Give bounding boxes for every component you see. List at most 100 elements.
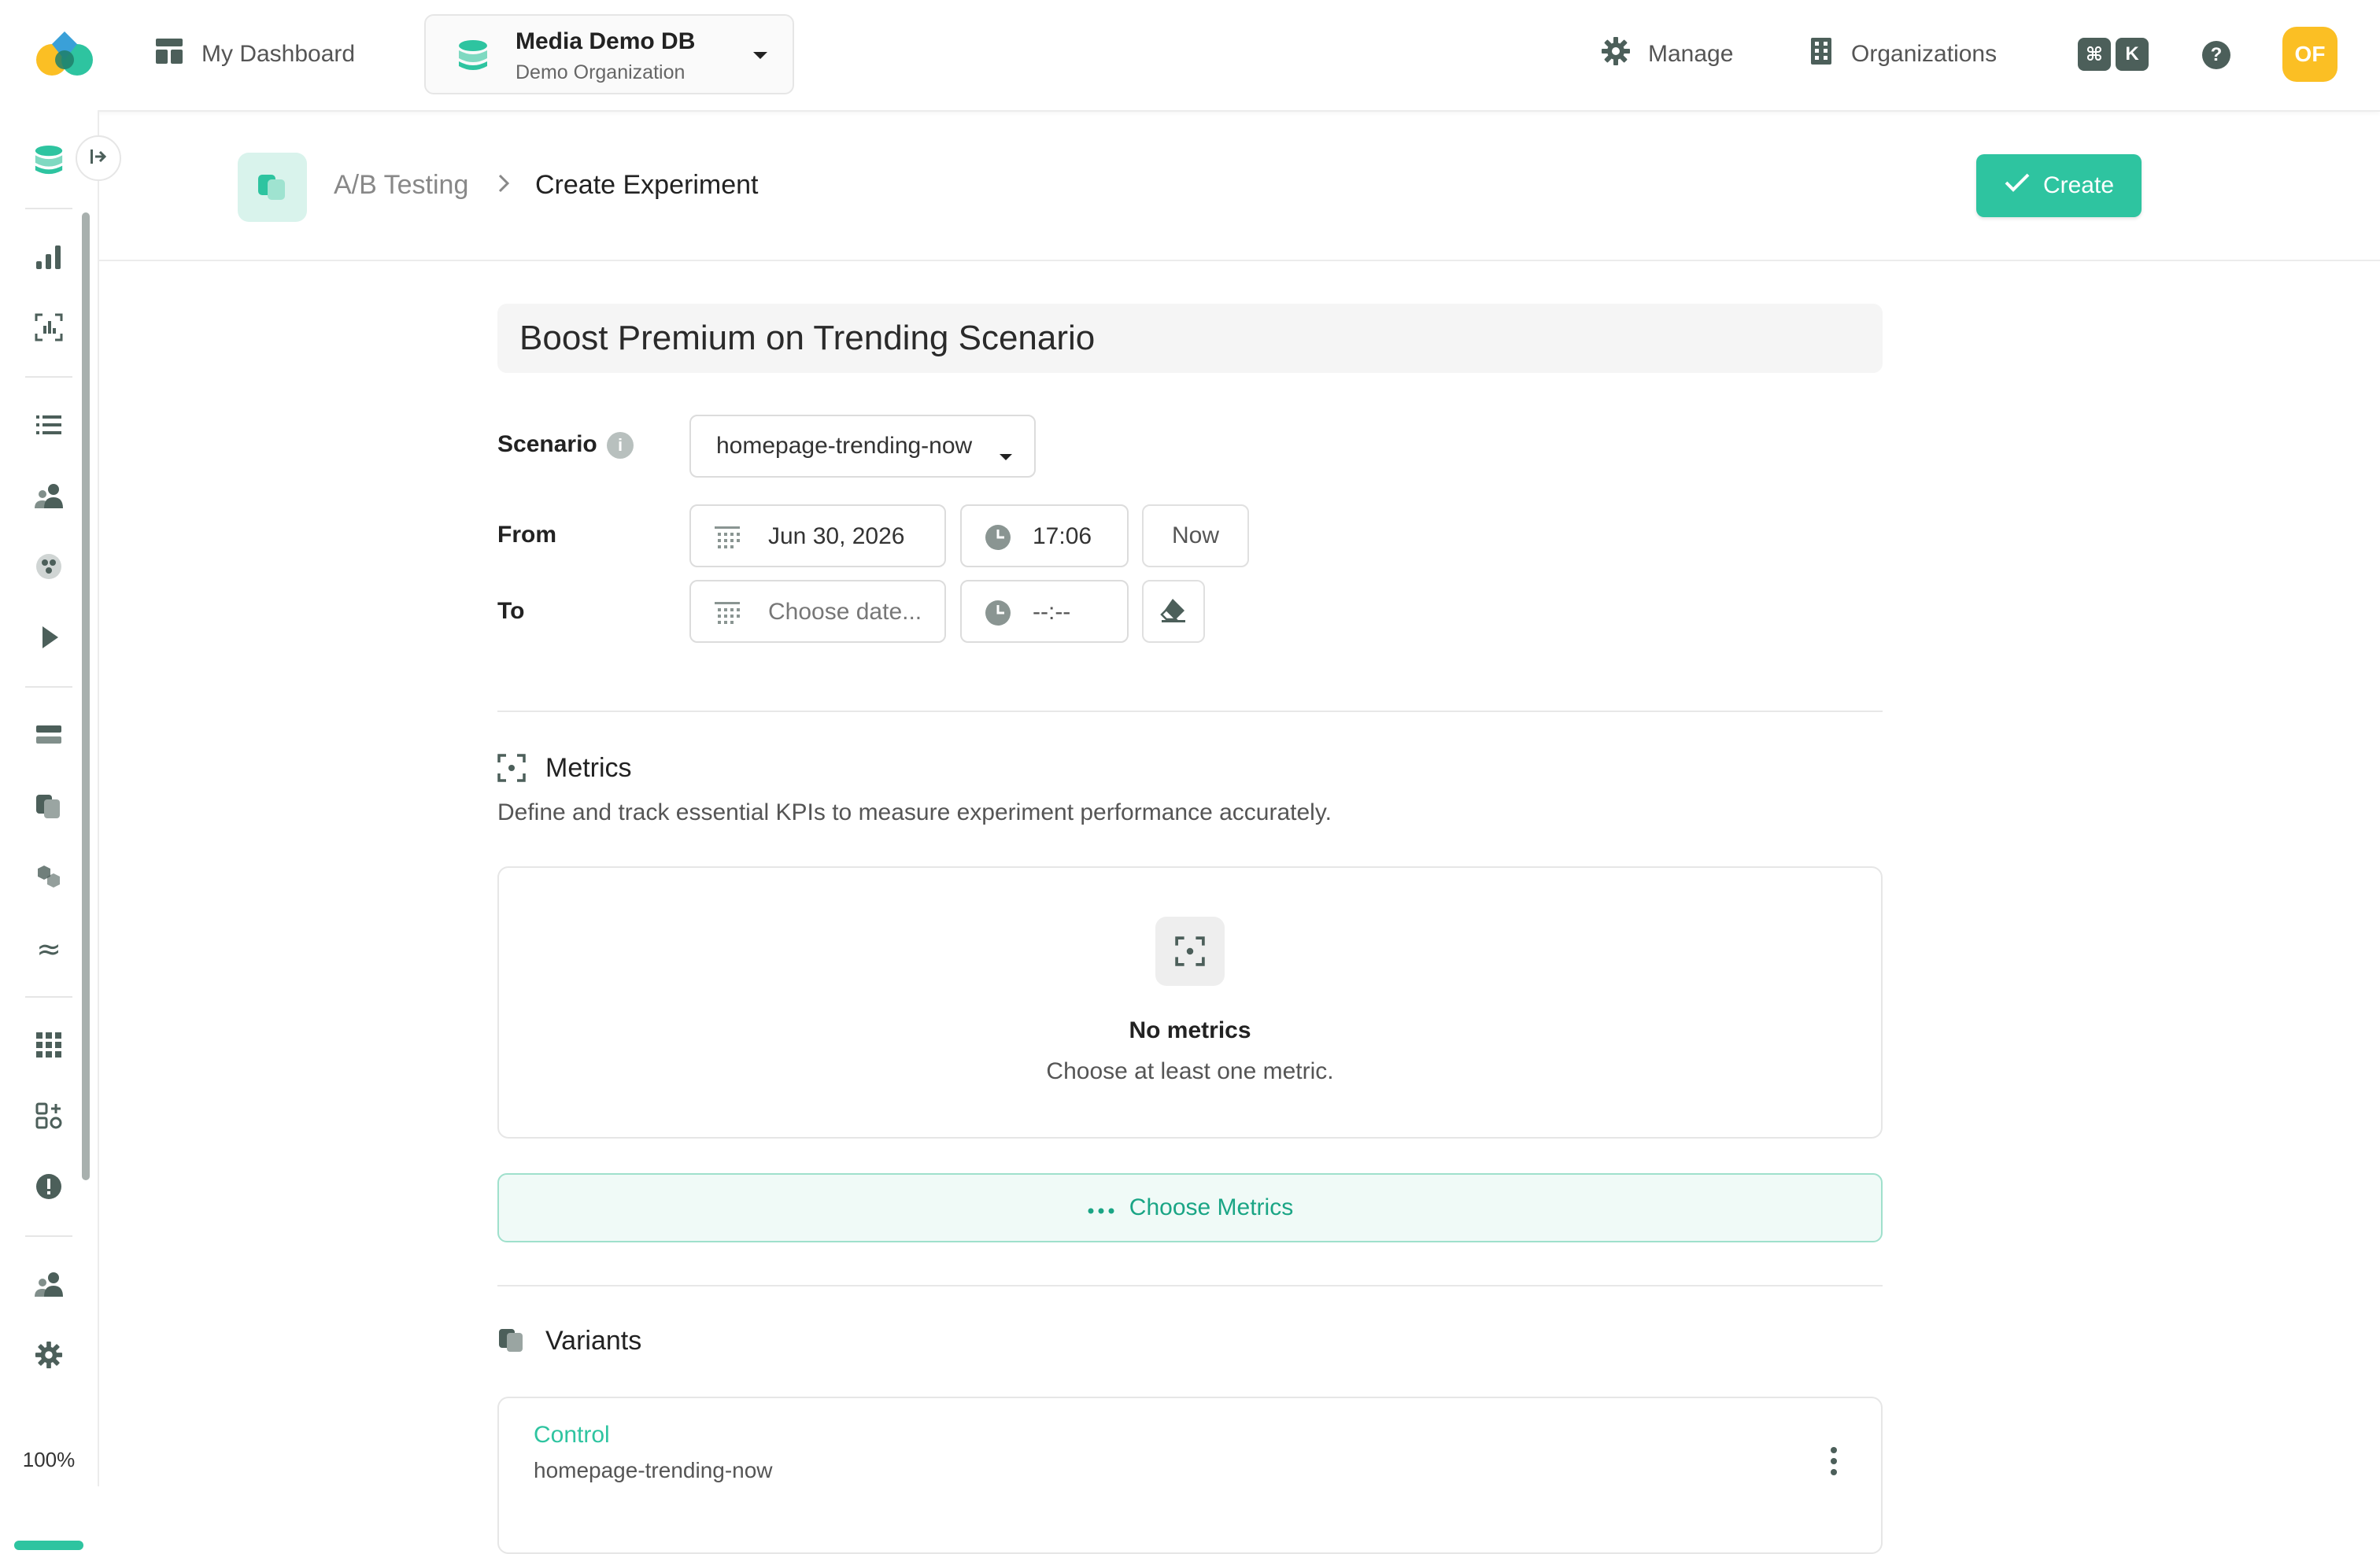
organizations-link[interactable]: Organizations xyxy=(1809,36,1997,72)
metrics-icon xyxy=(497,754,526,786)
users-icon xyxy=(35,482,63,514)
clear-end-date-button[interactable] xyxy=(1142,580,1205,643)
breadcrumb-ab-testing[interactable]: A/B Testing xyxy=(334,170,468,201)
eraser-icon xyxy=(1159,596,1188,627)
variant-card: Control homepage-trending-now xyxy=(497,1397,1883,1554)
from-label: From xyxy=(497,522,556,548)
gear-icon xyxy=(1601,36,1631,72)
alert-icon xyxy=(35,1172,63,1205)
building-icon xyxy=(1809,36,1834,72)
usage-progress-fill xyxy=(14,1541,83,1550)
sidebar-item-clusters[interactable] xyxy=(30,549,68,587)
sidebar-divider xyxy=(25,686,72,688)
sidebar-divider xyxy=(25,208,72,209)
section-divider xyxy=(497,1285,1883,1286)
add-widget-icon xyxy=(35,1102,63,1134)
calendar-icon xyxy=(713,523,741,558)
scenario-select-value: homepage-trending-now xyxy=(716,433,973,459)
create-button-label: Create xyxy=(2042,172,2115,198)
organization-name: Demo Organization xyxy=(516,61,686,83)
from-date-picker[interactable]: Jun 30, 2026 xyxy=(689,504,946,567)
database-icon xyxy=(457,39,489,76)
play-icon xyxy=(35,623,63,655)
scenario-label: Scenario xyxy=(497,431,597,457)
chevron-down-icon xyxy=(998,441,1014,468)
choose-metrics-button[interactable]: Choose Metrics xyxy=(497,1173,1883,1242)
top-bar: My Dashboard Media Demo DB Demo Organiza… xyxy=(0,0,2380,112)
section-divider xyxy=(497,711,1883,712)
sidebar: ≈ 100% xyxy=(0,110,99,1550)
k-key-badge[interactable]: K xyxy=(2116,38,2149,71)
clock-icon xyxy=(984,523,1012,558)
sidebar-item-integrations[interactable] xyxy=(30,1098,68,1136)
list-icon xyxy=(35,411,63,443)
sidebar-item-approx[interactable]: ≈ xyxy=(30,930,68,968)
help-icon[interactable]: ? xyxy=(2202,41,2230,69)
rows-icon xyxy=(35,721,63,753)
collapse-arrow-icon xyxy=(89,148,108,169)
team-icon xyxy=(35,1270,63,1302)
to-time-picker[interactable]: --:-- xyxy=(960,580,1129,643)
organizations-label: Organizations xyxy=(1851,41,1998,67)
command-key-badge[interactable]: ⌘ xyxy=(2078,38,2111,71)
to-date-placeholder: Choose date... xyxy=(768,599,922,625)
sidebar-item-segments[interactable] xyxy=(30,718,68,755)
variant-scenario: homepage-trending-now xyxy=(534,1458,773,1482)
variant-name[interactable]: Control xyxy=(534,1422,610,1449)
hexagons-icon xyxy=(35,862,63,895)
to-label: To xyxy=(497,598,525,624)
clock-icon xyxy=(984,599,1012,633)
more-dots-icon xyxy=(1087,1194,1115,1221)
user-avatar[interactable]: OF xyxy=(2282,27,2338,82)
usage-progress-bar xyxy=(14,1541,83,1550)
sidebar-item-insights[interactable] xyxy=(30,310,68,348)
usage-percent-label: 100% xyxy=(22,1448,76,1471)
clusters-icon xyxy=(35,552,63,585)
variants-icon xyxy=(497,1327,526,1357)
metrics-description: Define and track essential KPIs to measu… xyxy=(497,799,1332,825)
app-logo[interactable] xyxy=(31,28,98,79)
choose-metrics-label: Choose Metrics xyxy=(1129,1194,1294,1220)
sidebar-item-list[interactable] xyxy=(30,408,68,445)
sidebar-item-settings[interactable] xyxy=(30,1338,68,1375)
sidebar-item-analytics[interactable] xyxy=(30,239,68,277)
variants-title: Variants xyxy=(545,1326,642,1356)
metrics-title: Metrics xyxy=(545,753,632,783)
sidebar-item-hexagons[interactable] xyxy=(30,859,68,897)
collapse-sidebar-button[interactable] xyxy=(76,135,121,181)
ab-testing-icon xyxy=(35,792,63,824)
from-time-picker[interactable]: 17:06 xyxy=(960,504,1129,567)
grid-icon xyxy=(35,1031,63,1063)
sidebar-divider xyxy=(25,376,72,378)
now-button[interactable]: Now xyxy=(1142,504,1249,567)
create-button[interactable]: Create xyxy=(1976,154,2142,217)
experiment-name-input[interactable] xyxy=(497,304,1883,373)
sidebar-item-alerts[interactable] xyxy=(30,1169,68,1207)
chevron-down-icon xyxy=(752,50,769,65)
sidebar-item-play[interactable] xyxy=(30,620,68,658)
header-divider xyxy=(98,260,2380,261)
breadcrumb-create-experiment: Create Experiment xyxy=(535,170,759,200)
metrics-empty-state: No metrics Choose at least one metric. xyxy=(497,866,1883,1139)
sidebar-item-apps[interactable] xyxy=(30,1028,68,1065)
from-date-value: Jun 30, 2026 xyxy=(768,523,905,549)
to-date-picker[interactable]: Choose date... xyxy=(689,580,946,643)
scenario-select[interactable]: homepage-trending-now xyxy=(689,415,1036,478)
ab-testing-section-icon xyxy=(238,153,307,222)
database-name: Media Demo DB xyxy=(516,28,696,54)
sidebar-item-ab-testing[interactable] xyxy=(30,788,68,826)
focus-chart-icon xyxy=(35,313,63,345)
to-time-placeholder: --:-- xyxy=(1033,599,1071,625)
no-metrics-subtitle: Choose at least one metric. xyxy=(1046,1058,1334,1084)
database-selector[interactable]: Media Demo DB Demo Organization xyxy=(424,14,794,94)
sidebar-item-team[interactable] xyxy=(30,1267,68,1305)
sidebar-scrollbar[interactable] xyxy=(82,212,90,1180)
database-icon[interactable] xyxy=(30,142,68,179)
metrics-empty-icon xyxy=(1155,917,1225,986)
sidebar-item-users[interactable] xyxy=(30,478,68,516)
info-icon[interactable]: i xyxy=(607,432,634,459)
my-dashboard-link[interactable]: My Dashboard xyxy=(154,36,355,72)
manage-link[interactable]: Manage xyxy=(1601,36,1733,72)
dashboard-icon xyxy=(154,36,184,72)
more-vertical-icon[interactable] xyxy=(1818,1438,1850,1485)
